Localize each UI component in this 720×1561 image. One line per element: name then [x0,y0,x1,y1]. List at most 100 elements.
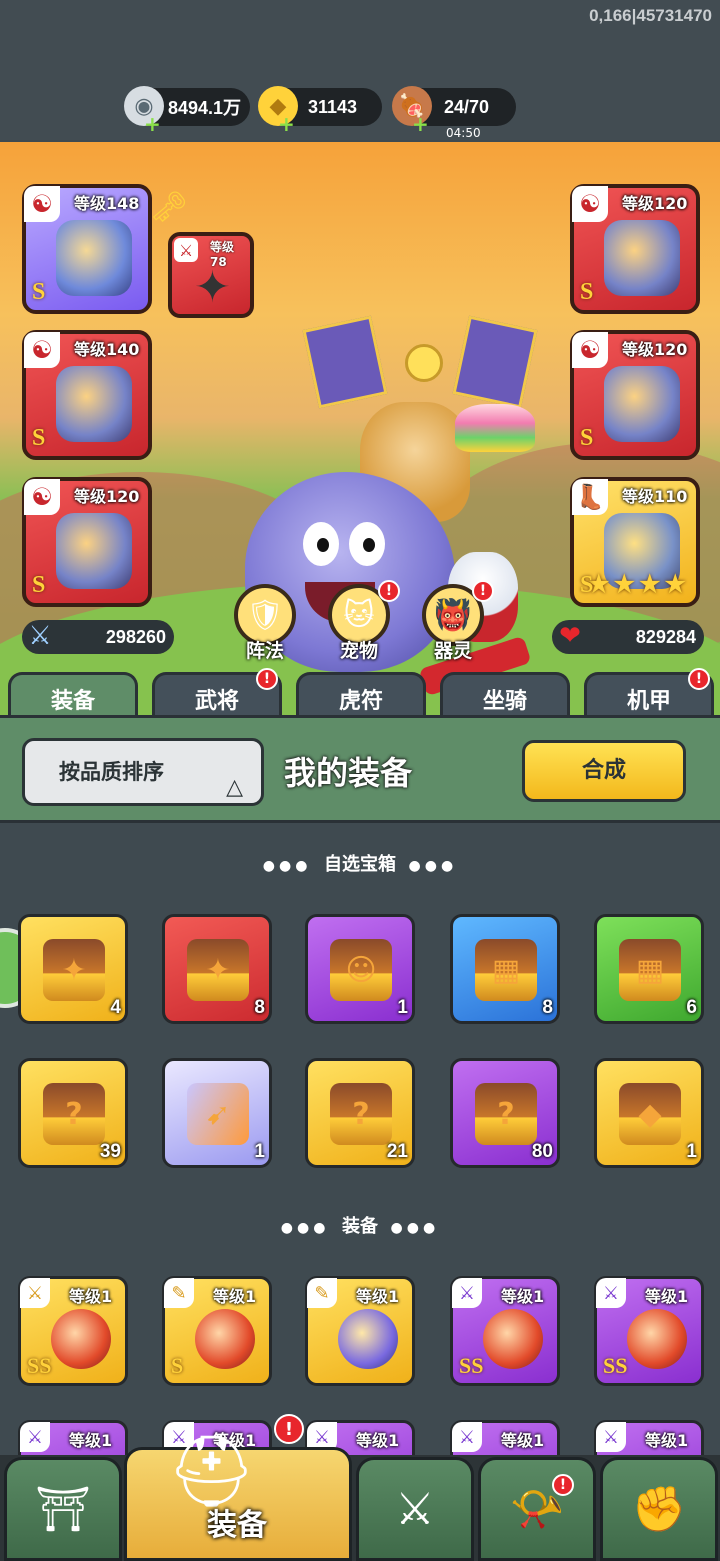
chest-icon: ✦ [187,939,249,1001]
triangle-up-icon: △ [226,775,243,800]
gold-resource[interactable]: ◆ + 31143 [258,86,382,136]
chest-item[interactable]: ▦ 6 [594,914,704,1024]
sword-badge-icon: ⚔ [452,1278,482,1308]
slot-grade: S [580,572,594,598]
heroes-alert-icon: ! [552,1474,574,1496]
attack-value: 298260 [105,626,166,647]
equipment-item[interactable]: ⚔ 等级1 SS [450,1276,560,1386]
category-tabs: 装备 武将 虎符 坐骑 机甲 [0,672,720,718]
yinyang-icon: ☯ [572,186,608,222]
chest-icon: ▦ [475,939,537,1001]
scroll-badge-icon: ✎ [164,1278,194,1308]
slot-level: 等级148 [74,194,140,213]
tab-equipment[interactable]: 装备 [8,672,138,718]
slot-level: 等级120 [74,487,140,506]
nav-upgrade-button[interactable]: ✊ [600,1457,718,1561]
page-title: 我的装备 [284,754,413,792]
sword-badge-icon: ⚔ [20,1422,50,1452]
slot-level: 等级140 [74,340,140,359]
chest-item[interactable]: ☺ 1 [305,914,415,1024]
equipment-item[interactable]: ⚔ 等级1 SS [594,1276,704,1386]
slot-grade: S [32,425,46,451]
chest-item[interactable]: ✦ 4 [18,914,128,1024]
chest-item[interactable]: ✦ 8 [162,914,272,1024]
sort-label: 按品质排序 [59,760,164,784]
nav-shop-button[interactable]: ⛩ [4,1457,122,1561]
hp-value: 829284 [635,626,696,647]
equip-slot-right-3[interactable]: 👢 等级110 ★★★★ S [570,477,700,607]
generals-alert-icon: ! [256,668,278,690]
key-icon: 🗝 [150,190,189,225]
stamina-resource[interactable]: 🍖 + 24/70 04:50 [392,86,516,140]
equip-slot-right-2[interactable]: ☯ 等级120 S [570,330,700,460]
sort-dropdown[interactable]: 按品质排序 △ [22,738,264,806]
weapon-icon [56,220,132,296]
chest-item[interactable]: ➹ 1 [162,1058,272,1168]
fragment-icon: ➹ [187,1083,249,1145]
formation-button[interactable]: 🛡 阵法 [232,584,298,663]
star-rating: ★★★★ [588,572,691,598]
chest-item[interactable]: ? 80 [450,1058,560,1168]
equip-slot-left-3[interactable]: ☯ 等级120 S [22,477,152,607]
nav-equipment-button[interactable]: ⛑ 装备 [124,1430,352,1561]
pet-alert-icon: ! [378,580,400,602]
add-silver-icon[interactable]: + [144,112,161,136]
chest-item[interactable]: ▦ 8 [450,914,560,1024]
chest-icon: ✦ [43,939,105,1001]
add-stamina-icon[interactable]: + [412,112,429,136]
chest-item[interactable]: ◆ 1 [594,1058,704,1168]
bottom-nav: ⛩ ⛑ 装备 ⚔ 📯 ✊ [0,1430,720,1561]
gear-art-icon [195,1309,255,1369]
equipment-item[interactable]: ✎ 等级1 S [162,1276,272,1386]
sword-badge-icon: ⚔ [596,1278,626,1308]
silver-resource[interactable]: ◉ + 8494.1万 [124,86,250,136]
section-header-chests: ●●● 自选宝箱 ●●● [262,854,458,875]
chest-icon: ▦ [619,939,681,1001]
gear-art-icon [627,1309,687,1369]
shuriken-icon: ✦ [194,262,231,313]
treasure-chest-icon: ◆ [619,1083,681,1145]
chest-item[interactable]: ? 21 [305,1058,415,1168]
slot-grade: S [32,279,46,305]
add-gold-icon[interactable]: + [278,112,295,136]
equip-slot-left-2[interactable]: ☯ 等级140 S [22,330,152,460]
yinyang-icon: ☯ [24,186,60,222]
combine-button[interactable]: 合成 [522,740,686,802]
tab-tiger-seal[interactable]: 虎符 [296,672,426,718]
hp-stat: ❤ 829284 [552,620,704,654]
heart-icon: ❤ [559,621,581,651]
equipment-alert-icon: ! [274,1414,304,1444]
equip-slot-small[interactable]: ⚔ 等级78 ✦ [168,232,254,318]
spirit-alert-icon: ! [472,580,494,602]
fist-icon: ✊ [631,1484,687,1535]
gold-amount: 31143 [308,96,358,117]
silver-amount: 8494.1万 [168,98,242,118]
slot-level: 等级110 [622,487,688,506]
slot-grade: S [580,425,594,451]
sword-badge-icon: ⚔ [174,238,198,262]
chest-item[interactable]: ? 39 [18,1058,128,1168]
sun-emblem-icon [405,344,443,382]
slot-grade: S [32,572,46,598]
mystery-chest-icon: ? [43,1083,105,1145]
mecha-alert-icon: ! [688,668,710,690]
chest-icon: ☺ [330,939,392,1001]
yinyang-icon: ☯ [24,479,60,515]
nav-heroes-button[interactable]: 📯 [478,1457,596,1561]
equip-slot-weapon[interactable]: ☯ 等级148 S [22,184,152,314]
equipment-item[interactable]: ⚔ 等级1 SS [18,1276,128,1386]
top-status-bar: 0,166|45731470 ◉ + 8494.1万 ◆ + 31143 🍖 +… [0,0,720,140]
equipment-item[interactable]: ✎ 等级1 [305,1276,415,1386]
attack-stat: ⚔ 298260 [22,620,174,654]
gear-art-icon [51,1309,111,1369]
tab-mount[interactable]: 坐骑 [440,672,570,718]
crossed-swords-icon: ⚔ [395,1483,435,1535]
nav-battle-button[interactable]: ⚔ [356,1457,474,1561]
gear-art-icon [483,1309,543,1369]
stamina-timer: 04:50 [446,126,481,140]
sword-badge-icon: ⚔ [452,1422,482,1452]
crown-icon [56,513,132,589]
bracer-icon [604,366,680,442]
slot-level: 等级120 [622,340,688,359]
equip-slot-right-1[interactable]: ☯ 等级120 S [570,184,700,314]
